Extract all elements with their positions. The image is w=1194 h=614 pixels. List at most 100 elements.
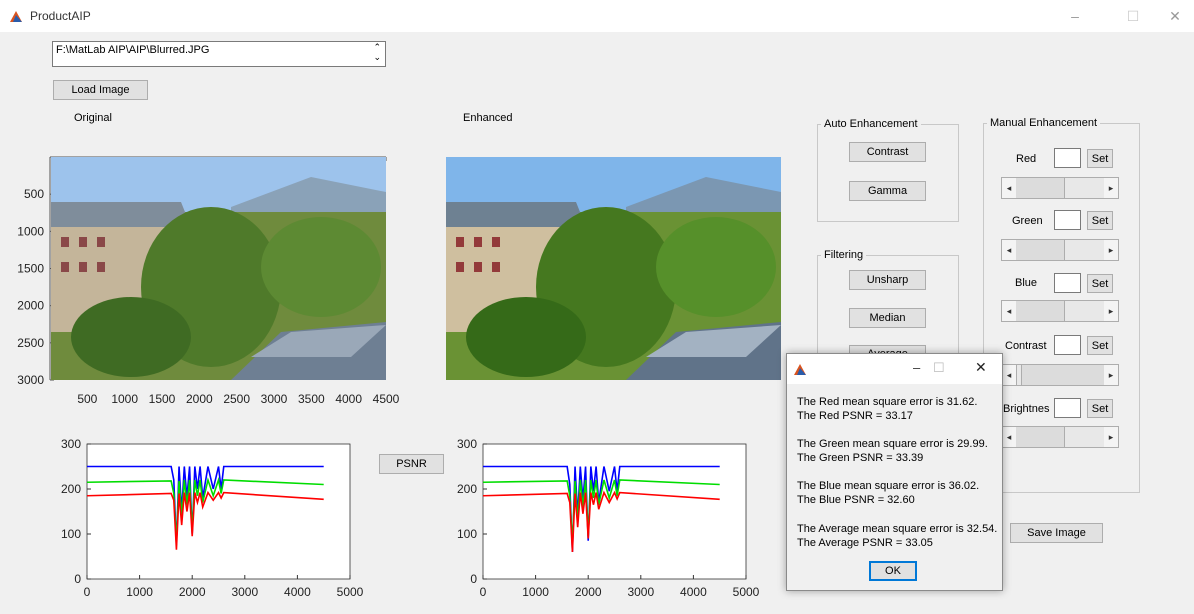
hist-x-tick-label: 0 — [84, 585, 91, 599]
hist-x-tick-label: 4000 — [680, 585, 707, 599]
save-image-button[interactable]: Save Image — [1010, 523, 1103, 543]
matlab-icon — [10, 11, 22, 22]
blue-label: Blue — [1015, 277, 1038, 289]
slider-thumb[interactable] — [1016, 365, 1022, 385]
psnr-button[interactable]: PSNR — [379, 454, 444, 474]
gamma-button[interactable]: Gamma — [849, 181, 926, 201]
green-mse-text: The Green mean square error is 29.99. — [797, 438, 988, 450]
red-psnr-text: The Red PSNR = 33.17 — [797, 410, 913, 422]
red-label: Red — [1016, 153, 1037, 165]
image-y-tick-label: 3000 — [17, 373, 44, 387]
chevron-right-icon[interactable]: ▸ — [1104, 240, 1118, 260]
chevron-left-icon[interactable]: ◂ — [1002, 240, 1016, 260]
dialog-close-button[interactable]: ✕ — [975, 359, 987, 376]
hist-x-tick-label: 1000 — [126, 585, 153, 599]
original-label: Original — [74, 112, 112, 124]
image-x-tick-label: 4000 — [335, 392, 362, 406]
minimize-button[interactable]: – — [1055, 0, 1095, 32]
image-x-tick-label: 1500 — [149, 392, 176, 406]
contrast-label: Contrast — [1005, 340, 1047, 352]
auto-enhancement-title: Auto Enhancement — [824, 118, 918, 130]
image-x-tick-label: 3500 — [298, 392, 325, 406]
red-mse-text: The Red mean square error is 31.62. — [797, 396, 978, 408]
green-value-input[interactable] — [1054, 210, 1081, 230]
hist-x-tick-label: 3000 — [627, 585, 654, 599]
enhanced-histogram-chart: 01002003000 1000 2000 3000 4000 5000 — [457, 437, 760, 599]
enhanced-label: Enhanced — [463, 112, 513, 124]
image-y-tick-label: 1500 — [17, 262, 44, 276]
red-set-button[interactable]: Set — [1087, 149, 1113, 168]
plot-area — [482, 443, 747, 580]
load-image-button[interactable]: Load Image — [53, 80, 148, 100]
hist-x-tick-label: 0 — [480, 585, 487, 599]
brightness-set-button[interactable]: Set — [1087, 399, 1113, 418]
chevron-left-icon[interactable]: ◂ — [1002, 301, 1016, 321]
auto-enhancement-panel: Auto Enhancement — [817, 118, 959, 222]
window-title: ProductAIP — [30, 9, 91, 23]
contrast-button[interactable]: Contrast — [849, 142, 926, 162]
hist-x-tick-label: 1000 — [522, 585, 549, 599]
hist-y-tick-label: 100 — [61, 527, 81, 541]
average-mse-text: The Average mean square error is 32.54. — [797, 523, 998, 535]
filtering-title: Filtering — [824, 249, 864, 261]
image-x-tick-label: 4500 — [373, 392, 400, 406]
file-path-text: F:\MatLab AIP\AIP\Blurred.JPG — [56, 44, 210, 56]
image-x-tick-label: 500 — [77, 392, 97, 406]
blue-value-input[interactable] — [1054, 273, 1081, 293]
hist-y-tick-label: 300 — [457, 437, 477, 451]
dialog-maximize-button[interactable]: ☐ — [933, 360, 945, 376]
image-x-tick-label: 2000 — [186, 392, 213, 406]
chevron-right-icon[interactable]: ▸ — [1104, 427, 1118, 447]
hist-y-tick-label: 0 — [470, 572, 477, 586]
green-set-button[interactable]: Set — [1087, 211, 1113, 230]
contrast-set-button[interactable]: Set — [1087, 336, 1113, 355]
brightness-label: Brightnes — [1003, 403, 1050, 415]
hist-x-tick-label: 4000 — [284, 585, 311, 599]
ok-button[interactable]: OK — [869, 561, 917, 581]
red-slider[interactable]: ◂ ▸ — [1001, 177, 1119, 199]
original-histogram-chart: 01002003000 1000 2000 3000 4000 5000 — [61, 437, 364, 599]
hist-y-tick-label: 100 — [457, 527, 477, 541]
blue-set-button[interactable]: Set — [1087, 274, 1113, 293]
image-y-tick-label: 1000 — [17, 224, 44, 238]
blue-mse-text: The Blue mean square error is 36.02. — [797, 480, 980, 492]
hist-x-tick-label: 5000 — [733, 585, 760, 599]
brightness-value-input[interactable] — [1054, 398, 1081, 418]
maximize-button[interactable]: ☐ — [1113, 0, 1153, 32]
hist-x-tick-label: 2000 — [575, 585, 602, 599]
red-value-input[interactable] — [1054, 148, 1081, 168]
green-slider[interactable]: ◂ ▸ — [1001, 239, 1119, 261]
chevron-right-icon[interactable]: ▸ — [1104, 178, 1118, 198]
contrast-slider[interactable]: ◂ ▸ — [1001, 364, 1119, 386]
image-y-tick-label: 500 — [24, 187, 44, 201]
chevron-left-icon[interactable]: ◂ — [1002, 178, 1016, 198]
title-bar: ProductAIP – ☐ ✕ — [0, 0, 1194, 32]
hist-x-tick-label: 5000 — [337, 585, 364, 599]
chevron-right-icon[interactable]: ▸ — [1104, 301, 1118, 321]
original-image — [51, 157, 386, 380]
chevron-left-icon[interactable]: ◂ — [1002, 427, 1016, 447]
median-button[interactable]: Median — [849, 308, 926, 328]
hist-y-tick-label: 200 — [457, 482, 477, 496]
image-x-tick-label: 2500 — [223, 392, 250, 406]
blue-slider[interactable]: ◂ ▸ — [1001, 300, 1119, 322]
contrast-value-input[interactable] — [1054, 335, 1081, 355]
matlab-icon — [794, 364, 806, 375]
unsharp-button[interactable]: Unsharp — [849, 270, 926, 290]
scroll-arrows-icon[interactable]: ⌃ ⌄ — [373, 42, 381, 62]
hist-x-tick-label: 2000 — [179, 585, 206, 599]
chevron-right-icon[interactable]: ▸ — [1104, 365, 1118, 385]
image-x-tick-label: 1000 — [111, 392, 138, 406]
image-x-tick-label: 3000 — [261, 392, 288, 406]
image-y-tick-label: 2500 — [17, 336, 44, 350]
file-path-field[interactable]: F:\MatLab AIP\AIP\Blurred.JPG ⌃ ⌄ — [52, 41, 386, 67]
plot-area — [86, 443, 351, 580]
brightness-slider[interactable]: ◂ ▸ — [1001, 426, 1119, 448]
chevron-left-icon[interactable]: ◂ — [1002, 365, 1016, 385]
hist-y-tick-label: 300 — [61, 437, 81, 451]
hist-x-tick-label: 3000 — [231, 585, 258, 599]
dialog-minimize-button[interactable]: – — [913, 360, 920, 375]
hist-y-tick-label: 0 — [74, 572, 81, 586]
close-button[interactable]: ✕ — [1155, 0, 1194, 32]
manual-enhancement-title: Manual Enhancement — [990, 117, 1098, 129]
